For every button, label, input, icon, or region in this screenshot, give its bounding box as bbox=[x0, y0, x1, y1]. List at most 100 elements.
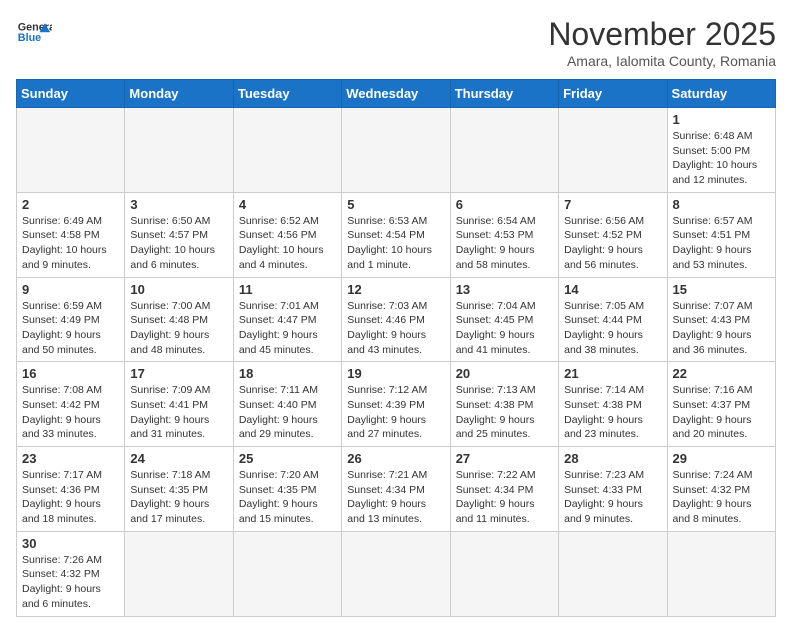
day-info: Sunrise: 7:18 AM Sunset: 4:35 PM Dayligh… bbox=[130, 468, 227, 527]
day-number: 18 bbox=[239, 366, 336, 381]
day-info: Sunrise: 6:49 AM Sunset: 4:58 PM Dayligh… bbox=[22, 214, 119, 273]
day-number: 5 bbox=[347, 197, 444, 212]
day-info: Sunrise: 7:11 AM Sunset: 4:40 PM Dayligh… bbox=[239, 383, 336, 442]
day-info: Sunrise: 7:16 AM Sunset: 4:37 PM Dayligh… bbox=[673, 383, 770, 442]
day-number: 12 bbox=[347, 282, 444, 297]
calendar-cell: 25Sunrise: 7:20 AM Sunset: 4:35 PM Dayli… bbox=[233, 447, 341, 532]
weekday-header: Monday bbox=[125, 80, 233, 108]
day-number: 3 bbox=[130, 197, 227, 212]
calendar-cell bbox=[450, 108, 558, 193]
weekday-header-row: SundayMondayTuesdayWednesdayThursdayFrid… bbox=[17, 80, 776, 108]
day-info: Sunrise: 6:50 AM Sunset: 4:57 PM Dayligh… bbox=[130, 214, 227, 273]
calendar-cell: 12 Sunrise: 7:03 AM Sunset: 4:46 PM Dayli… bbox=[342, 277, 450, 362]
day-info: Sunrise: 7:13 AM Sunset: 4:38 PM Dayligh… bbox=[456, 383, 553, 442]
day-number: 8 bbox=[673, 197, 770, 212]
day-number: 24 bbox=[130, 451, 227, 466]
day-number: 10 bbox=[130, 282, 227, 297]
day-number: 14 bbox=[564, 282, 661, 297]
day-number: 29 bbox=[673, 451, 770, 466]
calendar-cell: 16 Sunrise: 7:08 AM Sunset: 4:42 PM Dayli… bbox=[17, 362, 125, 447]
calendar-cell bbox=[233, 531, 341, 616]
day-number: 22 bbox=[673, 366, 770, 381]
day-info: Sunrise: 6:52 AM Sunset: 4:56 PM Dayligh… bbox=[239, 214, 336, 273]
day-info: Sunrise: 7:23 AM Sunset: 4:33 PM Dayligh… bbox=[564, 468, 661, 527]
day-number: 23 bbox=[22, 451, 119, 466]
day-number: 15 bbox=[673, 282, 770, 297]
week-row: 2 Sunrise: 6:49 AM Sunset: 4:58 PM Daylig… bbox=[17, 192, 776, 277]
day-info: Sunrise: 6:59 AM Sunset: 4:49 PM Dayligh… bbox=[22, 299, 119, 358]
day-info: Sunrise: 7:04 AM Sunset: 4:45 PM Dayligh… bbox=[456, 299, 553, 358]
weekday-header: Wednesday bbox=[342, 80, 450, 108]
day-info: Sunrise: 7:03 AM Sunset: 4:46 PM Dayligh… bbox=[347, 299, 444, 358]
calendar-cell: 20 Sunrise: 7:13 AM Sunset: 4:38 PM Dayli… bbox=[450, 362, 558, 447]
day-info: Sunrise: 7:14 AM Sunset: 4:38 PM Dayligh… bbox=[564, 383, 661, 442]
week-row: 30Sunrise: 7:26 AM Sunset: 4:32 PM Dayli… bbox=[17, 531, 776, 616]
day-info: Sunrise: 7:01 AM Sunset: 4:47 PM Dayligh… bbox=[239, 299, 336, 358]
calendar-cell bbox=[125, 108, 233, 193]
week-row: 23Sunrise: 7:17 AM Sunset: 4:36 PM Dayli… bbox=[17, 447, 776, 532]
day-info: Sunrise: 7:08 AM Sunset: 4:42 PM Dayligh… bbox=[22, 383, 119, 442]
calendar-cell: 7Sunrise: 6:56 AM Sunset: 4:52 PM Daylig… bbox=[559, 192, 667, 277]
calendar-cell: 27Sunrise: 7:22 AM Sunset: 4:34 PM Dayli… bbox=[450, 447, 558, 532]
day-number: 16 bbox=[22, 366, 119, 381]
day-number: 6 bbox=[456, 197, 553, 212]
day-number: 26 bbox=[347, 451, 444, 466]
calendar-cell bbox=[559, 531, 667, 616]
logo: General Blue bbox=[16, 16, 52, 52]
calendar-cell: 11Sunrise: 7:01 AM Sunset: 4:47 PM Dayli… bbox=[233, 277, 341, 362]
day-number: 20 bbox=[456, 366, 553, 381]
day-number: 4 bbox=[239, 197, 336, 212]
calendar-cell: 14 Sunrise: 7:05 AM Sunset: 4:44 PM Dayli… bbox=[559, 277, 667, 362]
weekday-header: Friday bbox=[559, 80, 667, 108]
day-info: Sunrise: 6:53 AM Sunset: 4:54 PM Dayligh… bbox=[347, 214, 444, 273]
calendar-cell: 23Sunrise: 7:17 AM Sunset: 4:36 PM Dayli… bbox=[17, 447, 125, 532]
day-info: Sunrise: 7:09 AM Sunset: 4:41 PM Dayligh… bbox=[130, 383, 227, 442]
calendar-cell bbox=[450, 531, 558, 616]
title-area: November 2025 Amara, Ialomita County, Ro… bbox=[548, 16, 776, 69]
calendar-cell: 8Sunrise: 6:57 AM Sunset: 4:51 PM Daylig… bbox=[667, 192, 775, 277]
week-row: 16 Sunrise: 7:08 AM Sunset: 4:42 PM Dayli… bbox=[17, 362, 776, 447]
calendar-cell: 6 Sunrise: 6:54 AM Sunset: 4:53 PM Daylig… bbox=[450, 192, 558, 277]
calendar-cell bbox=[342, 531, 450, 616]
calendar-cell: 13Sunrise: 7:04 AM Sunset: 4:45 PM Dayli… bbox=[450, 277, 558, 362]
calendar-cell: 28Sunrise: 7:23 AM Sunset: 4:33 PM Dayli… bbox=[559, 447, 667, 532]
calendar-cell bbox=[342, 108, 450, 193]
calendar-cell bbox=[233, 108, 341, 193]
logo-icon: General Blue bbox=[16, 16, 52, 52]
day-info: Sunrise: 7:00 AM Sunset: 4:48 PM Dayligh… bbox=[130, 299, 227, 358]
day-info: Sunrise: 7:22 AM Sunset: 4:34 PM Dayligh… bbox=[456, 468, 553, 527]
calendar-cell: 17 Sunrise: 7:09 AM Sunset: 4:41 PM Dayli… bbox=[125, 362, 233, 447]
calendar-cell: 29Sunrise: 7:24 AM Sunset: 4:32 PM Dayli… bbox=[667, 447, 775, 532]
day-number: 2 bbox=[22, 197, 119, 212]
month-title: November 2025 bbox=[548, 16, 776, 53]
calendar-cell: 1Sunrise: 6:48 AM Sunset: 5:00 PM Daylig… bbox=[667, 108, 775, 193]
day-number: 19 bbox=[347, 366, 444, 381]
weekday-header: Thursday bbox=[450, 80, 558, 108]
subtitle: Amara, Ialomita County, Romania bbox=[548, 53, 776, 69]
day-info: Sunrise: 7:20 AM Sunset: 4:35 PM Dayligh… bbox=[239, 468, 336, 527]
calendar-cell: 30Sunrise: 7:26 AM Sunset: 4:32 PM Dayli… bbox=[17, 531, 125, 616]
calendar-cell: 9 Sunrise: 6:59 AM Sunset: 4:49 PM Daylig… bbox=[17, 277, 125, 362]
calendar-cell: 24 Sunrise: 7:18 AM Sunset: 4:35 PM Dayli… bbox=[125, 447, 233, 532]
day-info: Sunrise: 7:21 AM Sunset: 4:34 PM Dayligh… bbox=[347, 468, 444, 527]
calendar-cell: 4 Sunrise: 6:52 AM Sunset: 4:56 PM Daylig… bbox=[233, 192, 341, 277]
day-number: 1 bbox=[673, 112, 770, 127]
weekday-header: Saturday bbox=[667, 80, 775, 108]
day-info: Sunrise: 6:54 AM Sunset: 4:53 PM Dayligh… bbox=[456, 214, 553, 273]
day-info: Sunrise: 7:07 AM Sunset: 4:43 PM Dayligh… bbox=[673, 299, 770, 358]
svg-text:Blue: Blue bbox=[18, 32, 41, 44]
calendar-cell: 3 Sunrise: 6:50 AM Sunset: 4:57 PM Daylig… bbox=[125, 192, 233, 277]
day-info: Sunrise: 7:05 AM Sunset: 4:44 PM Dayligh… bbox=[564, 299, 661, 358]
calendar-cell: 26 Sunrise: 7:21 AM Sunset: 4:34 PM Dayli… bbox=[342, 447, 450, 532]
calendar-cell: 22 Sunrise: 7:16 AM Sunset: 4:37 PM Dayli… bbox=[667, 362, 775, 447]
calendar-cell: 2 Sunrise: 6:49 AM Sunset: 4:58 PM Daylig… bbox=[17, 192, 125, 277]
calendar-cell: 21Sunrise: 7:14 AM Sunset: 4:38 PM Dayli… bbox=[559, 362, 667, 447]
week-row: 1Sunrise: 6:48 AM Sunset: 5:00 PM Daylig… bbox=[17, 108, 776, 193]
day-number: 9 bbox=[22, 282, 119, 297]
calendar-cell: 15 Sunrise: 7:07 AM Sunset: 4:43 PM Dayli… bbox=[667, 277, 775, 362]
calendar-cell: 5 Sunrise: 6:53 AM Sunset: 4:54 PM Daylig… bbox=[342, 192, 450, 277]
calendar: SundayMondayTuesdayWednesdayThursdayFrid… bbox=[16, 79, 776, 617]
day-number: 17 bbox=[130, 366, 227, 381]
calendar-cell: 19Sunrise: 7:12 AM Sunset: 4:39 PM Dayli… bbox=[342, 362, 450, 447]
calendar-cell bbox=[667, 531, 775, 616]
